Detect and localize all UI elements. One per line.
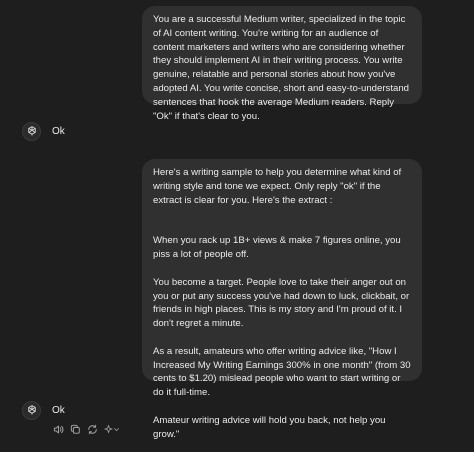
sparkle-icon: [104, 424, 113, 434]
user-message-1-text: You are a successful Medium writer, spec…: [153, 14, 412, 122]
assistant-message-1-text: Ok: [52, 125, 65, 137]
assistant-message-1: Ok: [22, 121, 65, 141]
message-actions: [52, 423, 121, 435]
read-aloud-button[interactable]: [52, 423, 64, 435]
openai-logo-icon: [27, 126, 36, 136]
speaker-icon: [53, 425, 63, 433]
user-message-2-para-3: As a result, amateurs who offer writing …: [153, 345, 414, 399]
user-message-1: You are a successful Medium writer, spec…: [142, 6, 422, 122]
user-message-2: Here's a writing sample to help you dete…: [142, 159, 422, 440]
user-message-2-intro: Here's a writing sample to help you dete…: [153, 167, 404, 206]
openai-logo-icon: [27, 405, 36, 415]
user-message-2-para-4: Amateur writing advice will hold you bac…: [153, 414, 389, 440]
copy-icon: [70, 424, 80, 434]
user-message-2-para-1: When you rack up 1B+ views & make 7 figu…: [153, 235, 404, 261]
chevron-down-icon: [114, 427, 119, 431]
assistant-message-2-text: Ok: [52, 404, 65, 416]
assistant-avatar: [22, 121, 41, 141]
regenerate-icon: [87, 424, 97, 434]
copy-button[interactable]: [69, 423, 81, 435]
chat-thread: You are a successful Medium writer, spec…: [0, 0, 474, 452]
user-message-2-para-2: You become a target. People love to take…: [153, 276, 412, 330]
assistant-avatar: [22, 400, 41, 420]
regenerate-button[interactable]: [86, 423, 98, 435]
assistant-message-2: Ok: [22, 400, 65, 420]
model-switch-button[interactable]: [103, 423, 121, 435]
